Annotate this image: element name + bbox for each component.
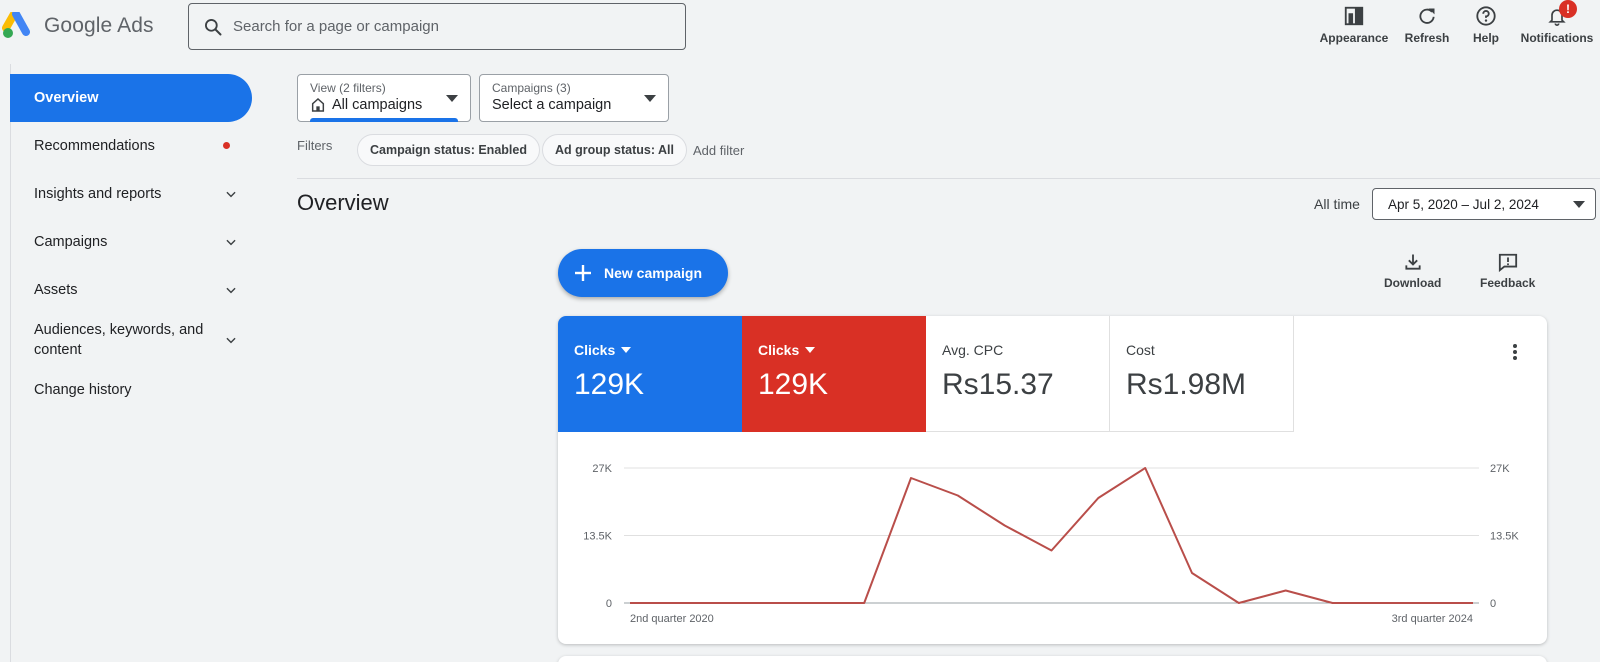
metric-value: 129K bbox=[758, 368, 829, 401]
more-options-icon[interactable] bbox=[1506, 342, 1524, 362]
metric-label: Cost bbox=[1126, 342, 1155, 358]
sidebar-item-label: Campaigns bbox=[34, 234, 108, 250]
home-icon bbox=[311, 98, 325, 112]
sidebar-item-label: Insights and reports bbox=[34, 186, 162, 202]
sidebar-item-overview[interactable]: Overview bbox=[10, 74, 252, 122]
search-box[interactable] bbox=[188, 3, 686, 50]
feedback-icon bbox=[1498, 253, 1517, 272]
metric-label: Clicks bbox=[574, 342, 616, 358]
sidebar-item-label: Overview bbox=[34, 90, 99, 106]
dropdown-arrow-icon bbox=[446, 95, 458, 102]
refresh-icon bbox=[1419, 8, 1435, 24]
google-ads-logo-icon bbox=[2, 12, 30, 38]
date-range-label: All time bbox=[1314, 196, 1360, 212]
sidebar-item-label: Recommendations bbox=[34, 138, 155, 154]
sidebar-item-recommendations[interactable]: Recommendations bbox=[10, 122, 252, 170]
new-campaign-button[interactable]: New campaign bbox=[558, 249, 728, 297]
campaign-selector[interactable]: Campaigns (3) Select a campaign bbox=[479, 74, 669, 122]
campaign-selector-caption: Campaigns (3) bbox=[492, 81, 571, 95]
dropdown-arrow-icon bbox=[644, 95, 656, 102]
refresh-button[interactable]: Refresh bbox=[1396, 0, 1458, 56]
chevron-down-icon bbox=[226, 191, 236, 198]
y-tick-label-left: 27K bbox=[592, 463, 612, 475]
view-selector[interactable]: View (2 filters) All campaigns bbox=[297, 74, 471, 122]
notification-dot bbox=[223, 142, 230, 149]
campaign-selector-value: Select a campaign bbox=[492, 97, 612, 113]
logo-text: Google Ads bbox=[44, 14, 154, 37]
google-ads-logo[interactable]: Google Ads bbox=[2, 12, 154, 40]
sidebar: Overview Recommendations Insights and re… bbox=[0, 64, 262, 662]
metric-value: 129K bbox=[574, 368, 645, 401]
download-label: Download bbox=[1384, 276, 1442, 290]
sidebar-item-label: Change history bbox=[34, 382, 132, 398]
chevron-down-icon bbox=[226, 337, 236, 344]
sidebar-item-audiences-keywords-content[interactable]: Audiences, keywords, and content bbox=[10, 314, 252, 366]
dropdown-arrow-icon bbox=[1573, 201, 1585, 208]
appearance-icon bbox=[1344, 6, 1364, 26]
metric-label: Avg. CPC bbox=[942, 342, 1004, 358]
chevron-down-icon bbox=[226, 287, 236, 294]
help-label: Help bbox=[1472, 31, 1499, 45]
new-campaign-label: New campaign bbox=[604, 265, 703, 281]
header: Google Ads Appearance bbox=[0, 0, 1600, 56]
metric-card-clicks-primary[interactable]: Clicks 129K bbox=[558, 316, 742, 432]
metric-value: Rs1.98M bbox=[1126, 368, 1247, 401]
notifications-label: Notifications bbox=[1520, 31, 1594, 45]
view-selector-indicator bbox=[310, 118, 458, 122]
filter-chip-campaign-status[interactable]: Campaign status: Enabled bbox=[357, 134, 540, 166]
download-icon bbox=[1405, 254, 1421, 270]
performance-line-chart: 27K 27K 13.5K 13.5K 0 0 2nd quarter 2020 3rd qu… bbox=[583, 463, 1519, 625]
sidebar-item-change-history[interactable]: Change history bbox=[10, 366, 252, 414]
add-filter-button[interactable]: Add filter bbox=[693, 143, 744, 158]
sidebar-item-label: Audiences, keywords, and content bbox=[34, 322, 204, 358]
x-tick-label-start: 2nd quarter 2020 bbox=[630, 613, 714, 625]
plus-icon bbox=[575, 265, 591, 281]
metric-label: Clicks bbox=[758, 342, 800, 358]
sidebar-item-insights-and-reports[interactable]: Insights and reports bbox=[10, 170, 252, 218]
feedback-button[interactable]: Feedback bbox=[1480, 252, 1535, 290]
feedback-label: Feedback bbox=[1480, 276, 1536, 290]
sidebar-item-assets[interactable]: Assets bbox=[10, 266, 252, 314]
appearance-button[interactable]: Appearance bbox=[1312, 0, 1396, 56]
y-tick-label-left: 13.5K bbox=[583, 531, 612, 543]
sidebar-item-campaigns[interactable]: Campaigns bbox=[10, 218, 252, 266]
divider bbox=[297, 178, 1600, 179]
y-tick-label-right: 0 bbox=[1490, 598, 1496, 610]
refresh-label: Refresh bbox=[1404, 31, 1450, 45]
appearance-label: Appearance bbox=[1319, 31, 1389, 45]
metric-card-avg-cpc[interactable]: Avg. CPC Rs15.37 bbox=[926, 316, 1110, 432]
date-range-value: Apr 5, 2020 – Jul 2, 2024 bbox=[1388, 196, 1539, 212]
filters-label: Filters bbox=[297, 138, 333, 153]
x-tick-label-end: 3rd quarter 2024 bbox=[1392, 613, 1473, 625]
view-selector-value: All campaigns bbox=[332, 97, 423, 113]
dropdown-arrow-icon bbox=[621, 347, 632, 353]
y-tick-label-right: 13.5K bbox=[1490, 531, 1519, 543]
date-range-selector[interactable]: Apr 5, 2020 – Jul 2, 2024 bbox=[1372, 188, 1596, 220]
page-title: Overview bbox=[297, 190, 389, 215]
search-input[interactable] bbox=[233, 18, 653, 35]
notifications-button[interactable]: ! Notifications bbox=[1514, 0, 1600, 56]
search-icon bbox=[205, 18, 222, 35]
metric-card-cost[interactable]: Cost Rs1.98M bbox=[1110, 316, 1294, 432]
y-tick-label-right: 27K bbox=[1490, 463, 1510, 475]
header-actions: Appearance Refresh Help ! Notifications bbox=[1312, 0, 1600, 56]
dropdown-arrow-icon bbox=[805, 347, 816, 353]
view-selector-caption: View (2 filters) bbox=[310, 81, 386, 95]
sidebar-item-label: Assets bbox=[34, 282, 78, 298]
next-card bbox=[558, 656, 1547, 662]
help-icon bbox=[1476, 6, 1496, 26]
metric-card-clicks-secondary[interactable]: Clicks 129K bbox=[742, 316, 926, 432]
y-tick-label-left: 0 bbox=[606, 598, 612, 610]
notification-badge: ! bbox=[1559, 0, 1577, 18]
performance-card: Clicks 129K Clicks 129K Avg. CPC Rs15.37… bbox=[558, 316, 1547, 644]
download-button[interactable]: Download bbox=[1384, 252, 1441, 290]
help-button[interactable]: Help bbox=[1458, 0, 1514, 56]
filter-chip-ad-group-status[interactable]: Ad group status: All bbox=[542, 134, 687, 166]
metric-value: Rs15.37 bbox=[942, 368, 1054, 401]
chevron-down-icon bbox=[226, 239, 236, 246]
